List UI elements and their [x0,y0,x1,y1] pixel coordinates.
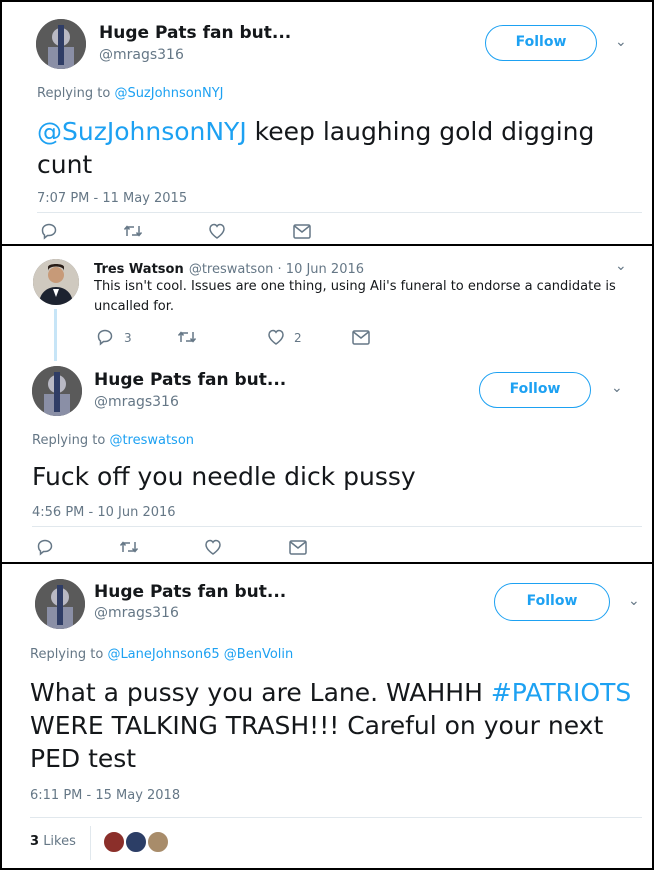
user-name[interactable]: Huge Pats fan but... [99,23,291,43]
reply-mention-link[interactable]: @treswatson [109,433,194,448]
avatar[interactable] [36,19,86,69]
parent-retweet-icon[interactable] [177,329,197,345]
tweet-panel-1: Huge Pats fan but... @mrags316 Follow ⌄ … [0,0,654,246]
liker-avatar[interactable] [124,830,148,854]
timestamp[interactable]: 7:07 PM - 11 May 2015 [37,191,187,206]
parent-chevron-down-icon[interactable]: ⌄ [615,258,627,274]
replying-to: Replying to @LaneJohnson65 @BenVolin [30,647,293,662]
message-icon[interactable] [292,222,312,240]
parent-like-count: 2 [294,331,302,345]
replying-to: Replying to @treswatson [32,433,194,448]
thread-line [54,309,57,361]
reply-icon[interactable] [36,538,54,556]
divider [37,212,642,213]
tweet-text-end: WERE TALKING TRASH!!! Careful on your ne… [30,711,604,773]
chevron-down-icon[interactable]: ⌄ [611,380,623,396]
parent-heart-icon[interactable] [266,328,286,346]
parent-tweet-text: This isn't cool. Issues are one thing, u… [94,279,616,314]
follow-button[interactable]: Follow [479,372,591,408]
likes-divider [90,826,91,860]
avatar[interactable] [32,366,82,416]
user-name[interactable]: Huge Pats fan but... [94,582,286,602]
replying-to-label: Replying to [37,86,111,101]
timestamp[interactable]: 4:56 PM - 10 Jun 2016 [32,505,176,520]
user-handle[interactable]: @mrags316 [99,47,184,63]
timestamp[interactable]: 6:11 PM - 15 May 2018 [30,788,180,803]
parent-header: Tres Watson @treswatson · 10 Jun 2016 [94,258,364,277]
tweet-panel-3: Huge Pats fan but... @mrags316 Follow ⌄ … [0,562,654,870]
user-handle[interactable]: @mrags316 [94,605,179,621]
divider [32,526,642,527]
parent-user-name[interactable]: Tres Watson [94,262,184,277]
liker-avatar[interactable] [102,830,126,854]
avatar[interactable] [35,579,85,629]
likes-number: 3 [30,834,40,849]
hashtag-link[interactable]: #PATRIOTS [491,678,631,707]
chevron-down-icon[interactable]: ⌄ [628,593,640,609]
user-name[interactable]: Huge Pats fan but... [94,370,286,390]
retweet-icon[interactable] [119,539,139,555]
parent-reply-count: 3 [124,331,132,345]
likes-count[interactable]: 3 Likes [30,834,76,849]
user-handle[interactable]: @mrags316 [94,394,179,410]
heart-icon[interactable] [207,222,227,240]
replying-to-label: Replying to [32,433,106,448]
tweet-text: What a pussy you are Lane. WAHHH #PATRIO… [30,676,640,775]
retweet-icon[interactable] [123,223,143,239]
likes-label: Likes [43,834,76,849]
parent-handle-date[interactable]: @treswatson · 10 Jun 2016 [189,262,364,277]
parent-avatar[interactable] [33,259,79,305]
liker-avatar[interactable] [146,830,170,854]
reply-mention-links[interactable]: @LaneJohnson65 @BenVolin [107,647,293,662]
message-icon[interactable] [288,538,308,556]
replying-to-label: Replying to [30,647,104,662]
reply-mention-link[interactable]: @SuzJohnsonNYJ [114,86,223,101]
heart-icon[interactable] [203,538,223,556]
tweet-text: Fuck off you needle dick pussy [32,462,416,491]
liker-avatars [102,830,170,854]
divider [30,817,642,818]
reply-icon[interactable] [40,222,58,240]
parent-reply-icon[interactable] [96,328,114,346]
replying-to: Replying to @SuzJohnsonNYJ [37,86,223,101]
follow-button[interactable]: Follow [494,583,610,621]
follow-button[interactable]: Follow [485,25,597,61]
tweet-text: @SuzJohnsonNYJ keep laughing gold diggin… [37,115,637,181]
tweet-text-start: What a pussy you are Lane. WAHHH [30,678,491,707]
mention-link[interactable]: @SuzJohnsonNYJ [37,117,247,146]
tweet-panel-2: Tres Watson @treswatson · 10 Jun 2016 ⌄ … [0,244,654,564]
parent-message-icon[interactable] [351,328,371,346]
chevron-down-icon[interactable]: ⌄ [615,34,627,50]
